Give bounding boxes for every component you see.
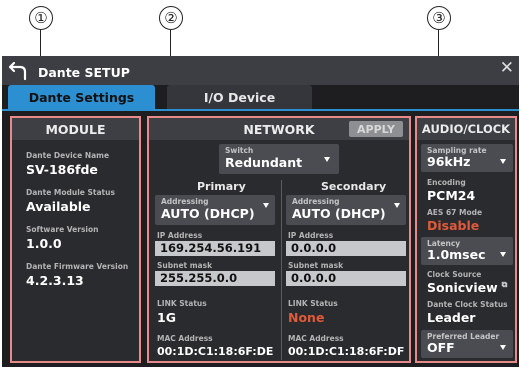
secondary-addressing-label: Addressing bbox=[292, 197, 340, 206]
switch-dropdown[interactable]: Switch Redundant bbox=[219, 144, 339, 174]
secondary-addressing-value: AUTO (DHCP) bbox=[292, 206, 386, 221]
primary-link-label: LINK Status bbox=[157, 299, 207, 308]
secondary-addressing-dropdown[interactable]: Addressing AUTO (DHCP) bbox=[286, 195, 406, 225]
primary-subnet-label: Subnet mask bbox=[157, 261, 213, 270]
encoding-value: PCM24 bbox=[427, 188, 476, 203]
dropdown-arrow-icon bbox=[324, 157, 330, 162]
sampling-rate-dropdown[interactable]: Sampling rate 96kHz bbox=[421, 144, 513, 172]
software-version-label: Software Version bbox=[26, 225, 99, 234]
dropdown-arrow-icon bbox=[500, 159, 506, 164]
tab-io-device[interactable]: I/O Device bbox=[167, 85, 312, 109]
network-header: NETWORK APPLY bbox=[149, 118, 409, 140]
software-version-value: 1.0.0 bbox=[26, 236, 62, 251]
primary-addressing-dropdown[interactable]: Addressing AUTO (DHCP) bbox=[155, 195, 275, 225]
secondary-link-label: LINK Status bbox=[288, 299, 338, 308]
network-panel: NETWORK APPLY Switch Redundant Primary S… bbox=[147, 116, 411, 363]
module-status-label: Dante Module Status bbox=[26, 188, 115, 197]
primary-addressing-label: Addressing bbox=[161, 197, 209, 206]
secondary-subnet-label: Subnet mask bbox=[288, 261, 344, 270]
aes67-label: AES 67 Mode bbox=[427, 208, 483, 217]
title-bar: Dante SETUP ✕ bbox=[2, 56, 519, 85]
primary-title: Primary bbox=[197, 180, 246, 193]
page-title: Dante SETUP bbox=[38, 65, 130, 80]
audio-clock-panel: AUDIO/CLOCK Sampling rate 96kHz Encoding… bbox=[415, 116, 517, 363]
firmware-version-label: Dante Firmware Version bbox=[26, 262, 129, 271]
network-header-label: NETWORK bbox=[243, 121, 315, 137]
module-header: MODULE bbox=[12, 118, 139, 140]
apply-button[interactable]: APPLY bbox=[349, 121, 403, 137]
dropdown-arrow-icon bbox=[263, 203, 269, 208]
primary-mac-value: 00:1D:C1:18:6F:DE bbox=[157, 345, 274, 358]
secondary-title: Secondary bbox=[321, 180, 387, 193]
back-arrow-icon[interactable] bbox=[8, 59, 30, 81]
module-panel: MODULE Dante Device Name SV-186fde Dante… bbox=[10, 116, 141, 363]
firmware-version-value: 4.2.3.13 bbox=[26, 273, 84, 288]
secondary-ip-field[interactable]: 0.0.0.0 bbox=[286, 241, 406, 256]
clock-source-label: Clock Source bbox=[427, 270, 482, 279]
external-link-icon: ⧉ bbox=[501, 280, 508, 289]
device-name-label: Dante Device Name bbox=[26, 151, 110, 160]
sampling-rate-value: 96kHz bbox=[427, 154, 471, 169]
clock-status-label: Dante Clock Status bbox=[427, 300, 508, 309]
module-status-value: Available bbox=[26, 199, 91, 214]
latency-value: 1.0msec bbox=[427, 247, 486, 262]
preferred-leader-value: OFF bbox=[427, 340, 455, 355]
device-name-value: SV-186fde bbox=[26, 162, 98, 177]
secondary-link-value: None bbox=[288, 310, 325, 325]
close-icon[interactable]: ✕ bbox=[500, 58, 514, 78]
clock-source-value: Sonicview bbox=[427, 280, 498, 295]
preferred-leader-dropdown[interactable]: Preferred Leader OFF bbox=[421, 330, 513, 358]
callout-1: ① bbox=[29, 6, 53, 30]
clock-source-row[interactable]: Sonicview ⧉ bbox=[427, 280, 507, 295]
primary-ip-label: IP Address bbox=[157, 231, 203, 240]
dropdown-arrow-icon bbox=[500, 252, 506, 257]
primary-subnet-field[interactable]: 255.255.0.0 bbox=[155, 271, 275, 286]
callout-2: ② bbox=[159, 6, 183, 30]
dropdown-arrow-icon bbox=[500, 345, 506, 350]
primary-ip-field[interactable]: 169.254.56.191 bbox=[155, 241, 275, 256]
primary-link-value: 1G bbox=[157, 310, 176, 325]
audio-clock-header: AUDIO/CLOCK bbox=[417, 118, 515, 140]
secondary-mac-label: MAC Address bbox=[288, 334, 344, 343]
switch-value: Redundant bbox=[225, 155, 303, 170]
dropdown-arrow-icon bbox=[394, 203, 400, 208]
latency-dropdown[interactable]: Latency 1.0msec bbox=[421, 237, 513, 265]
tab-dante-settings[interactable]: Dante Settings bbox=[8, 85, 155, 109]
switch-label: Switch bbox=[225, 146, 254, 155]
secondary-subnet-field[interactable]: 0.0.0.0 bbox=[286, 271, 406, 286]
primary-mac-label: MAC Address bbox=[157, 334, 213, 343]
clock-status-value: Leader bbox=[427, 310, 476, 325]
tab-underline bbox=[2, 109, 519, 111]
primary-addressing-value: AUTO (DHCP) bbox=[161, 206, 255, 221]
secondary-ip-label: IP Address bbox=[288, 231, 334, 240]
dante-setup-screen: Dante SETUP ✕ Dante Settings I/O Device … bbox=[2, 56, 519, 367]
secondary-mac-value: 00:1D:C1:18:6F:DF bbox=[288, 345, 405, 358]
encoding-label: Encoding bbox=[427, 178, 466, 187]
aes67-value: Disable bbox=[427, 218, 480, 233]
callout-3: ③ bbox=[427, 6, 451, 30]
column-divider bbox=[281, 180, 282, 360]
